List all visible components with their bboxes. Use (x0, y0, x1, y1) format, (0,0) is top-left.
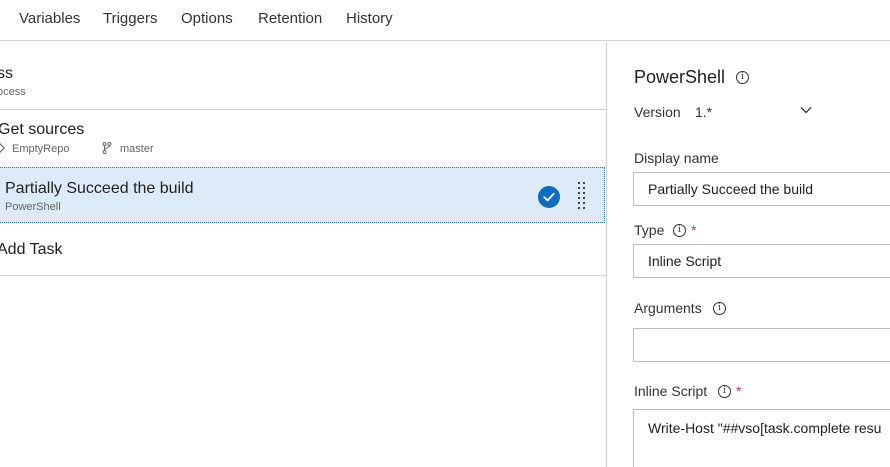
info-icon[interactable]: i (736, 71, 749, 84)
repo-icon (0, 143, 5, 153)
repo-name: EmptyRepo (12, 143, 70, 155)
tab-triggers[interactable]: Triggers (103, 10, 157, 27)
task-details-panel: PowerShell i Version 1.* Display name Pa… (607, 42, 890, 467)
tab-retention[interactable]: Retention (258, 10, 322, 27)
add-task-label: Add Task (0, 241, 63, 258)
type-select[interactable]: Inline Script (633, 244, 890, 278)
version-label: Version (634, 104, 681, 120)
add-task-row[interactable]: Add Task (0, 224, 606, 275)
required-mark: * (736, 383, 742, 399)
get-sources-title: Get sources (0, 121, 85, 138)
pipeline-row[interactable]: ss ocess (0, 42, 606, 109)
version-value[interactable]: 1.* (695, 104, 712, 120)
tab-bar: Variables Triggers Options Retention His… (0, 0, 890, 41)
task-row-selected[interactable]: Partially Succeed the build PowerShell (0, 167, 605, 223)
arguments-field[interactable] (633, 328, 890, 362)
arguments-label: Arguments (634, 300, 702, 316)
task-subtitle: PowerShell (5, 201, 61, 213)
get-sources-row[interactable]: Get sources EmptyRepo master (0, 110, 606, 166)
branch-icon (102, 142, 112, 154)
inline-script-label: Inline Script (634, 383, 708, 399)
type-label-text: Type (634, 222, 665, 238)
pipeline-subtitle: ocess (0, 86, 26, 98)
tab-history[interactable]: History (346, 10, 393, 27)
info-icon[interactable]: i (718, 385, 731, 398)
check-circle-icon[interactable] (538, 186, 560, 208)
details-title: PowerShell (634, 67, 726, 87)
tab-options[interactable]: Options (181, 10, 233, 27)
info-icon[interactable]: i (713, 302, 726, 315)
type-label: Type (634, 222, 664, 238)
branch-name: master (120, 143, 154, 155)
chevron-down-icon[interactable] (800, 104, 812, 116)
divider (0, 275, 606, 276)
inline-script-field[interactable]: Write-Host "##vso[task.complete resu (633, 409, 890, 467)
required-mark: * (691, 222, 697, 238)
drag-handle-icon[interactable] (577, 182, 587, 212)
task-list-panel: ss ocess Get sources EmptyRepo master Pa… (0, 42, 606, 467)
info-icon[interactable]: i (673, 224, 686, 237)
task-title: Partially Succeed the build (5, 180, 194, 197)
display-name-label: Display name (634, 150, 719, 166)
display-name-field[interactable]: Partially Succeed the build (633, 172, 890, 206)
tab-variables[interactable]: Variables (19, 10, 80, 27)
pipeline-title: ss (0, 65, 13, 82)
